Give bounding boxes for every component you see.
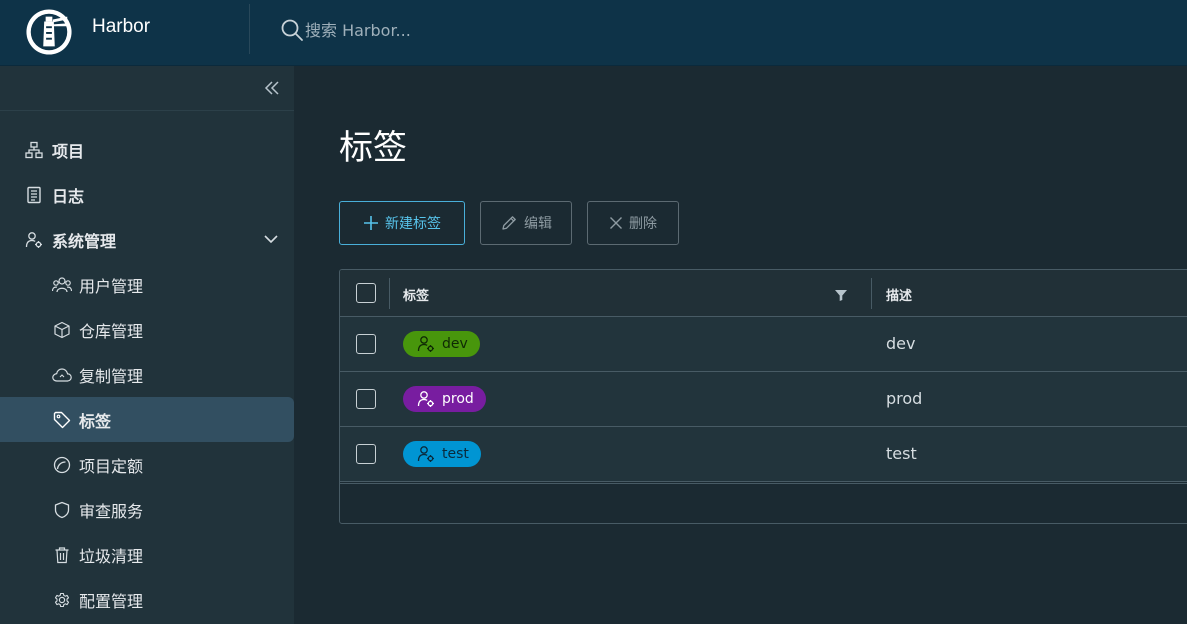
box-icon [52,320,72,340]
sidebar-item-replications[interactable]: 复制管理 [0,352,294,397]
label-name: test [442,446,469,462]
sidebar-item-configuration[interactable]: 配置管理 [0,577,294,622]
new-label-button[interactable]: 新建标签 [339,201,465,245]
label-badge[interactable]: test [403,441,481,467]
header-divider [249,4,250,54]
app-header: Harbor [0,0,1187,66]
label-badge[interactable]: dev [403,331,480,357]
sidebar-item-label: 项目 [52,141,85,161]
sidebar-item-project-quotas[interactable]: 项目定额 [0,442,294,487]
chevron-down-icon[interactable] [262,230,280,248]
user-gear-icon [417,336,434,352]
sidebar-item-registries[interactable]: 仓库管理 [0,307,294,352]
sidebar-item-label: 审查服务 [79,501,144,521]
close-icon [610,217,622,229]
sidebar-item-label: 用户管理 [79,276,144,296]
sidebar-item-garbage-collection[interactable]: 垃圾清理 [0,532,294,577]
search-icon [281,19,303,41]
quota-gauge-icon [52,455,72,475]
sidebar-item-label: 仓库管理 [79,321,144,341]
cloud-icon [52,365,72,385]
column-separator [389,278,390,309]
sidebar-item-label: 配置管理 [79,591,144,611]
select-all-checkbox[interactable] [356,283,376,303]
label-badge[interactable]: prod [403,386,486,412]
user-gear-icon [417,446,434,462]
column-separator [871,278,872,309]
sidebar-item-label: 标签 [79,411,112,431]
filter-icon[interactable] [834,288,848,302]
sidebar-item-projects[interactable]: 项目 [0,127,294,172]
sidebar-item-label: 复制管理 [79,366,144,386]
sidebar-item-users[interactable]: 用户管理 [0,262,294,307]
delete-label: 删除 [629,216,657,232]
label-description: dev [886,334,916,353]
datagrid-header: 标签 描述 [340,270,1187,317]
datagrid-footer-divider [340,483,1187,484]
table-row[interactable]: dev dev [340,317,1187,372]
label-description: test [886,444,917,463]
row-checkbox[interactable] [356,334,376,354]
plus-icon [364,216,378,230]
search-input[interactable] [305,20,605,40]
global-search[interactable] [280,16,605,44]
sidebar-item-logs[interactable]: 日志 [0,172,294,217]
row-checkbox[interactable] [356,389,376,409]
sidebar-item-label: 垃圾清理 [79,546,144,566]
trash-icon [52,545,72,565]
sidebar-item-label: 系统管理 [52,231,117,251]
sidebar-item-label: 项目定额 [79,456,144,476]
admin-user-gear-icon [24,230,44,250]
harbor-logo-icon[interactable] [24,8,74,56]
new-label-text: 新建标签 [385,216,441,232]
labels-datagrid: 标签 描述 dev dev prod prod test test [339,269,1187,524]
edit-label: 编辑 [524,216,552,232]
label-name: dev [442,336,468,352]
gear-icon [52,590,72,610]
sidebar-item-label: 日志 [52,186,85,206]
log-icon [24,185,44,205]
sidebar-item-labels[interactable]: 标签 [0,397,294,442]
sidebar-item-administration[interactable]: 系统管理 [0,217,294,262]
label-name: prod [442,391,474,407]
table-row[interactable]: prod prod [340,372,1187,427]
label-description: prod [886,389,923,408]
column-header-description[interactable]: 描述 [886,285,912,304]
sidebar-divider [0,110,294,111]
app-brand-name[interactable]: Harbor [92,16,150,38]
table-row[interactable]: test test [340,427,1187,482]
delete-button[interactable]: 删除 [587,201,679,245]
users-icon [52,275,72,295]
tag-icon [52,410,72,430]
page-title: 标签 [339,128,407,168]
row-checkbox[interactable] [356,444,376,464]
column-header-label[interactable]: 标签 [403,285,429,304]
edit-button[interactable]: 编辑 [480,201,572,245]
sidebar-nav: 项目 日志 系统管理 用户管理 仓库管理 复制管理 标签 项目定额 审查服务 垃… [0,66,294,624]
pencil-icon [502,216,516,230]
user-gear-icon [417,391,434,407]
shield-icon [52,500,72,520]
sidebar-item-interrogation-services[interactable]: 审查服务 [0,487,294,532]
collapse-sidebar-icon[interactable] [262,78,282,98]
project-hierarchy-icon [24,140,44,160]
